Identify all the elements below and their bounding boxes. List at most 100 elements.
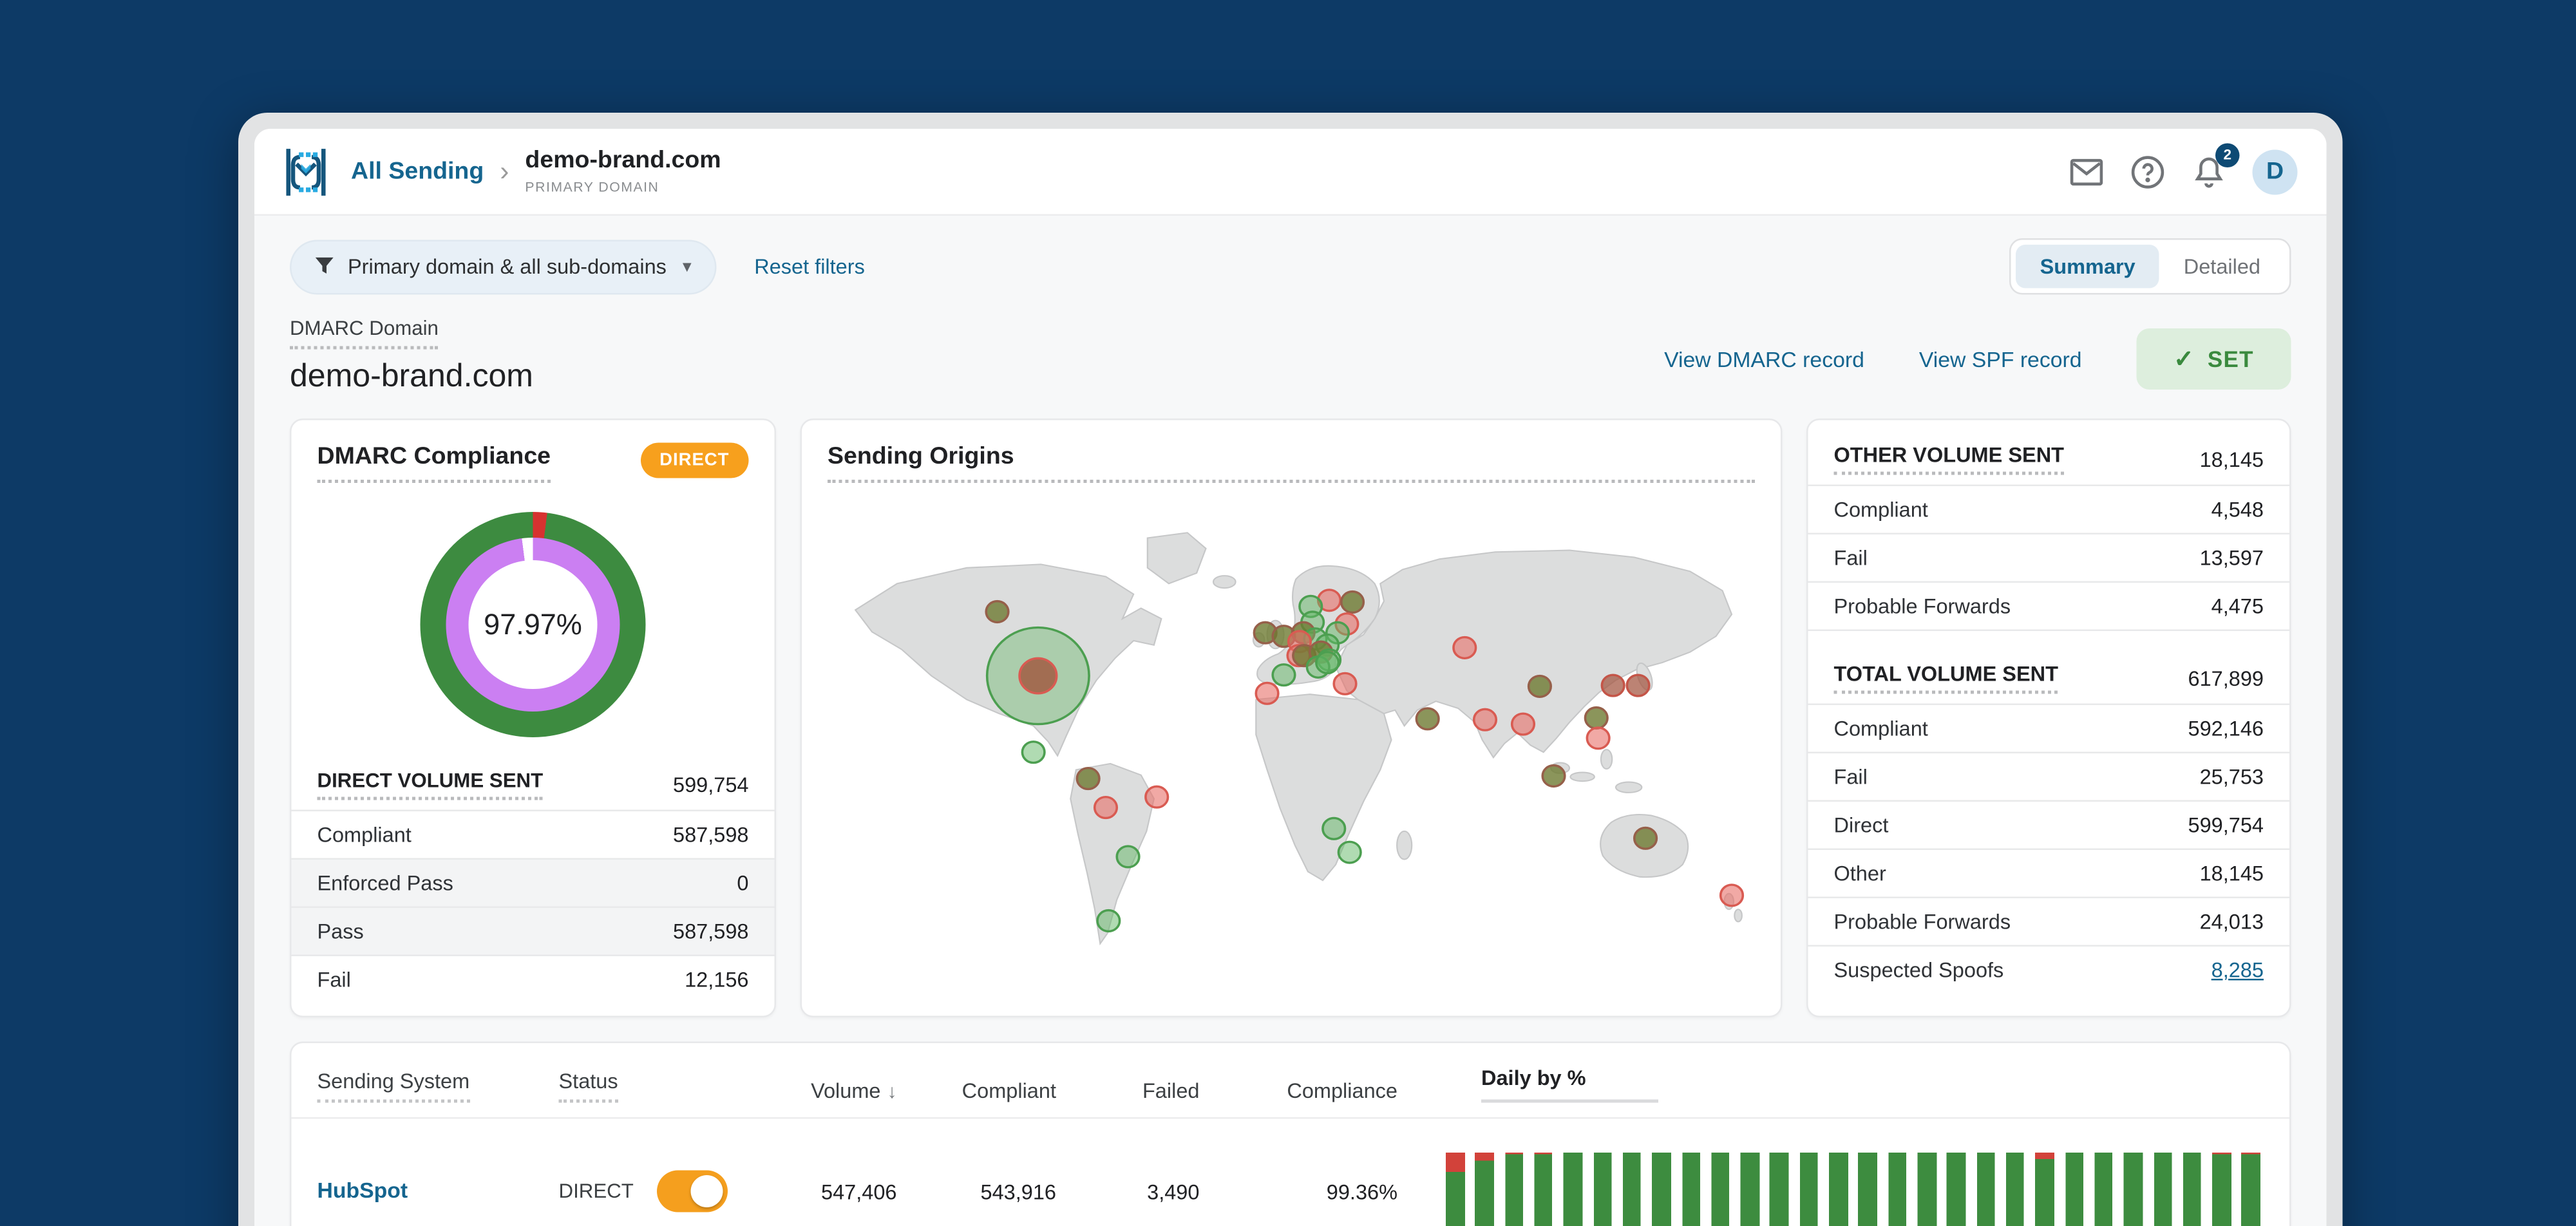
row-label: Compliant — [317, 822, 412, 847]
bell-icon[interactable]: 2 — [2192, 142, 2240, 189]
direct-badge: DIRECT — [640, 442, 749, 478]
app-header: All Sending › demo-brand.com PRIMARY DOM… — [254, 129, 2327, 216]
origin-dot — [1075, 767, 1101, 791]
compliance-rows: Compliant 587,598 Enforced Pass 0 Pass 587,59… — [291, 809, 775, 1003]
origin-dot — [1633, 826, 1658, 850]
daily-compliance-bars — [1446, 1153, 2260, 1226]
col-status[interactable]: Status — [558, 1069, 759, 1103]
group-label: TOTAL VOLUME SENT — [1833, 662, 2059, 694]
col-volume[interactable]: Volume ↓ — [759, 1079, 896, 1103]
origin-cluster-center-dot — [1018, 657, 1058, 695]
volume-row: Fail 25,753 — [1808, 751, 2289, 800]
set-status-label: SET — [2207, 346, 2254, 372]
row-value: 13,597 — [2199, 545, 2264, 571]
reset-filters-link[interactable]: Reset filters — [754, 254, 865, 279]
status-label: DIRECT — [558, 1180, 634, 1203]
daily-bar — [1888, 1153, 1907, 1226]
row-label: Compliant — [1833, 716, 1928, 741]
col-compliance[interactable]: Compliance — [1200, 1079, 1397, 1103]
row-label: Fail — [317, 967, 351, 992]
view-spf-record-link[interactable]: View SPF record — [1919, 347, 2082, 372]
group-value: 18,145 — [2199, 446, 2264, 471]
volume-row: Compliant 592,146 — [1808, 703, 2289, 752]
origin-dot — [1115, 845, 1141, 869]
daily-bar — [1504, 1153, 1524, 1226]
col-compliant[interactable]: Compliant — [897, 1079, 1056, 1103]
tab-detailed[interactable]: Detailed — [2159, 245, 2284, 288]
suspected-spoofs-link[interactable]: 8,285 — [2211, 958, 2264, 983]
row-value: 587,598 — [673, 822, 749, 847]
sending-system-link[interactable]: HubSpot — [317, 1178, 408, 1203]
volume-row: Suspected Spoofs 8,285 — [1808, 945, 2289, 994]
set-status-button[interactable]: ✓ SET — [2136, 328, 2291, 390]
row-value: 18,145 — [2199, 861, 2264, 886]
row-value: 587,598 — [673, 919, 749, 944]
domain-filter-label: Primary domain & all sub-domains — [348, 254, 667, 279]
compliance-row: Pass 587,598 — [291, 906, 775, 955]
row-value: 4,548 — [2211, 497, 2264, 522]
daily-bar — [1564, 1153, 1582, 1226]
failed-value: 3,490 — [1147, 1179, 1200, 1203]
chevron-down-icon: ▾ — [682, 258, 692, 277]
row-label: Compliant — [1833, 497, 1928, 522]
compliance-donut-chart: 97.97% — [420, 512, 646, 737]
volume-summary-card: OTHER VOLUME SENT 18,145 Compliant 4,548 Fai… — [1806, 419, 2291, 1017]
sending-systems-table: Sending System Status Volume ↓ Compliant … — [290, 1041, 2291, 1226]
row-value: 0 — [737, 871, 749, 896]
direct-volume-label: DIRECT VOLUME SENT — [317, 769, 544, 800]
daily-bar — [1799, 1153, 1819, 1226]
origin-dot — [1337, 840, 1362, 864]
breadcrumb-domain: demo-brand.com PRIMARY DOMAIN — [525, 147, 721, 194]
origin-dot — [1452, 636, 1477, 659]
check-icon: ✓ — [2174, 346, 2195, 374]
view-dmarc-record-link[interactable]: View DMARC record — [1664, 347, 1864, 372]
app-window: All Sending › demo-brand.com PRIMARY DOM… — [238, 113, 2343, 1226]
avatar[interactable]: D — [2252, 149, 2298, 194]
help-icon[interactable] — [2130, 154, 2166, 189]
volume-row: Direct 599,754 — [1808, 800, 2289, 849]
direct-volume-header: DIRECT VOLUME SENT 599,754 — [292, 760, 775, 810]
daily-bar — [1446, 1153, 1464, 1226]
backdrop: All Sending › demo-brand.com PRIMARY DOM… — [0, 0, 2576, 1226]
daily-bar — [1534, 1153, 1553, 1226]
daily-bar — [1917, 1153, 1937, 1226]
volume-row: Probable Forwards 4,475 — [1808, 581, 2289, 630]
status-toggle[interactable] — [656, 1170, 727, 1212]
row-value: 592,146 — [2188, 716, 2264, 741]
funnel-icon — [315, 257, 334, 274]
compliant-value: 543,916 — [980, 1179, 1057, 1203]
table-header: Sending System Status Volume ↓ Compliant … — [291, 1043, 2289, 1119]
daily-bar — [2212, 1153, 2231, 1226]
row-value: 12,156 — [685, 967, 749, 992]
row-label: Probable Forwards — [1833, 909, 2011, 934]
dmarc-compliance-card: DMARC Compliance DIRECT 97.97% DIRECT VO… — [290, 419, 776, 1017]
daily-bar — [2005, 1153, 2025, 1226]
mail-icon[interactable] — [2069, 154, 2105, 189]
origin-dot — [1584, 706, 1609, 730]
world-map[interactable] — [828, 496, 1755, 979]
origin-dot — [1315, 651, 1340, 675]
compliance-card-title: DMARC Compliance — [317, 443, 551, 483]
daily-bar — [2242, 1153, 2260, 1226]
origin-dot — [1271, 663, 1296, 687]
origin-dot — [1472, 708, 1498, 731]
compliance-row: Compliant 587,598 — [291, 809, 775, 858]
volume-row: Other 18,145 — [1808, 848, 2289, 897]
breadcrumb-all-sending[interactable]: All Sending — [351, 158, 484, 185]
daily-bar — [1829, 1153, 1848, 1226]
daily-bar — [2065, 1153, 2084, 1226]
daily-bar — [1681, 1153, 1700, 1226]
daily-bar — [1976, 1153, 1995, 1226]
origin-dot — [1255, 681, 1280, 705]
row-label: Enforced Pass — [317, 871, 453, 896]
col-sending-system[interactable]: Sending System — [317, 1069, 559, 1103]
daily-bar — [2183, 1153, 2202, 1226]
daily-bar — [2153, 1153, 2172, 1226]
tab-summary[interactable]: Summary — [2016, 245, 2160, 288]
col-daily-by-pct[interactable]: Daily by % — [1397, 1066, 2264, 1103]
origin-dot — [1321, 816, 1347, 840]
col-failed[interactable]: Failed — [1056, 1079, 1200, 1103]
origin-dot — [1625, 674, 1651, 697]
domain-filter-dropdown[interactable]: Primary domain & all sub-domains ▾ — [290, 239, 716, 294]
origin-dot — [1096, 909, 1121, 933]
